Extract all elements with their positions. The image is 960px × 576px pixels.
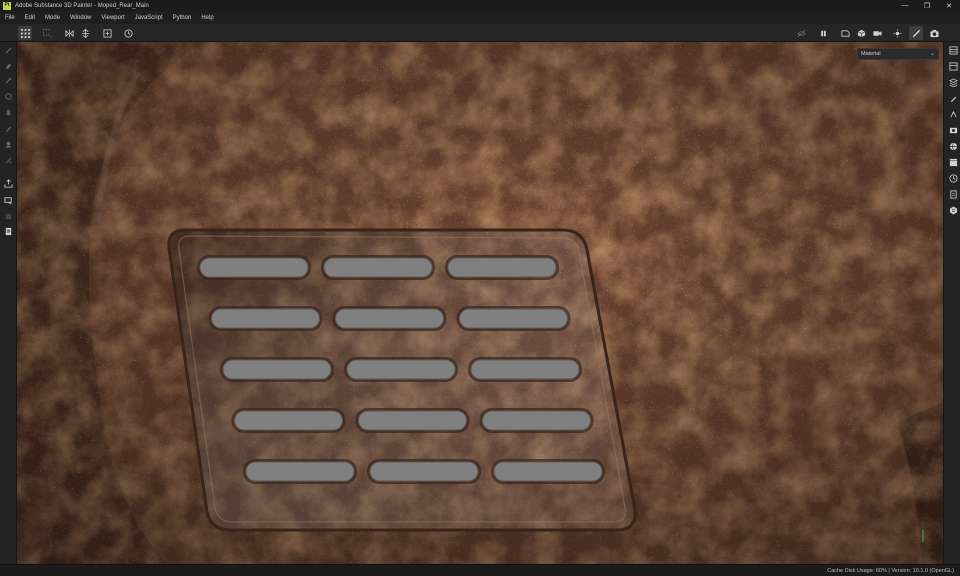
vent-slot — [493, 461, 603, 482]
vent-slot — [459, 308, 568, 329]
menu-window[interactable]: Window — [65, 15, 96, 21]
vent-slot — [369, 461, 479, 482]
status-text: Cache Disk Usage: 60% | Version: 10.1.0 … — [827, 567, 954, 574]
vent-slot — [234, 410, 343, 431]
status-bar: Cache Disk Usage: 60% | Version: 10.1.0 … — [0, 564, 960, 576]
display-icon[interactable] — [947, 108, 959, 120]
top-toolbar — [0, 24, 960, 42]
chevron-down-icon: ⌄ — [929, 51, 935, 57]
left-toolbar — [0, 42, 17, 564]
history-panel-icon[interactable] — [947, 156, 959, 168]
texture-set-icon[interactable] — [947, 60, 959, 72]
minimize-button[interactable]: — — [894, 0, 916, 11]
properties-icon[interactable] — [947, 76, 959, 88]
window-title: Adobe Substance 3D Painter - Moped_Rear_… — [15, 2, 149, 9]
eraser-icon[interactable] — [2, 59, 15, 72]
substance-icon[interactable] — [947, 204, 959, 216]
menu-edit[interactable]: Edit — [20, 15, 40, 21]
log-panel-icon[interactable] — [947, 172, 959, 184]
screenshot-icon[interactable] — [927, 26, 941, 40]
title-bar: Pt Adobe Substance 3D Painter - Moped_Re… — [0, 0, 960, 11]
picker-icon[interactable] — [2, 138, 15, 151]
vent-slot — [346, 359, 456, 380]
menu-python[interactable]: Python — [168, 15, 197, 21]
shelf-icon[interactable] — [947, 140, 959, 152]
dotted-grid-icon[interactable] — [40, 26, 54, 40]
view-icon[interactable] — [838, 26, 852, 40]
vent-slot — [447, 257, 557, 278]
rusted-panel-render — [17, 42, 943, 564]
history-icon[interactable] — [121, 26, 135, 40]
fill-icon[interactable] — [2, 154, 15, 167]
channel-dropdown[interactable]: Material ⌄ — [857, 48, 939, 60]
align-icon[interactable] — [78, 26, 92, 40]
environment-icon[interactable] — [947, 124, 959, 136]
vent-slot — [335, 308, 444, 329]
stack-icon[interactable] — [2, 210, 15, 223]
add-frame-icon[interactable] — [100, 26, 114, 40]
maximize-button[interactable]: ❐ — [916, 0, 938, 11]
paint-mode-icon[interactable] — [909, 26, 923, 40]
menu-file[interactable]: File — [0, 15, 20, 21]
vent-slot — [323, 257, 433, 278]
brush-settings-icon[interactable] — [947, 92, 959, 104]
app-logo-icon: Pt — [3, 1, 11, 10]
vent-slot — [245, 461, 355, 482]
channel-dropdown-value: Material — [861, 51, 881, 57]
menu-mode[interactable]: Mode — [40, 15, 65, 21]
export-icon[interactable] — [2, 177, 15, 190]
pause-icon[interactable] — [816, 26, 830, 40]
cube-icon[interactable] — [854, 26, 868, 40]
window-controls: — ❐ ✕ — [894, 0, 960, 11]
clone-icon[interactable] — [2, 122, 15, 135]
smudge-icon[interactable] — [2, 106, 15, 119]
menu-bar: File Edit Mode Window Viewport JavaScrip… — [0, 11, 960, 24]
light-icon[interactable] — [890, 26, 904, 40]
vent-slot — [470, 359, 580, 380]
menu-javascript[interactable]: JavaScript — [130, 15, 168, 21]
layers-panel-icon[interactable] — [947, 44, 959, 56]
camera-icon[interactable] — [870, 26, 884, 40]
log-icon[interactable] — [2, 225, 15, 238]
right-panel-strip — [943, 42, 960, 564]
geometry-fill-icon[interactable] — [2, 90, 15, 103]
hide-icon[interactable] — [794, 26, 808, 40]
vent-slot — [358, 410, 467, 431]
projection-icon[interactable] — [2, 74, 15, 87]
menu-help[interactable]: Help — [196, 15, 218, 21]
info-panel-icon[interactable] — [947, 188, 959, 200]
brush-icon[interactable] — [2, 44, 15, 57]
vent-slot — [222, 359, 332, 380]
symmetry-icon[interactable] — [62, 26, 76, 40]
vent-slot — [211, 308, 320, 329]
grid-icon[interactable] — [18, 26, 32, 40]
vent-slot — [482, 410, 591, 431]
bake-icon[interactable] — [2, 194, 15, 207]
vent-slot — [199, 257, 309, 278]
menu-viewport[interactable]: Viewport — [96, 15, 129, 21]
close-button[interactable]: ✕ — [938, 0, 960, 11]
3d-viewport[interactable]: Material ⌄ — [17, 42, 943, 564]
